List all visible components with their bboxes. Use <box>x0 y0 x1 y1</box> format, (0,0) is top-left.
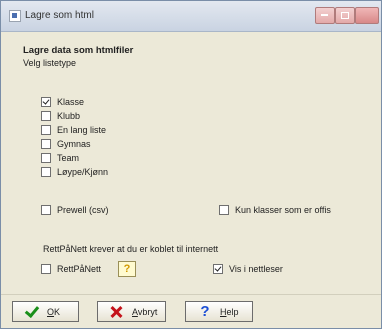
maximize-icon <box>341 12 349 19</box>
label-only-classes: Kun klasser som er offis <box>235 205 331 215</box>
list-type-en-lang-liste[interactable]: En lang liste <box>41 124 106 136</box>
option-only-classes[interactable]: Kun klasser som er offis <box>219 204 331 216</box>
cancel-label-rest: vbryt <box>137 306 158 317</box>
option-rettpanett[interactable]: RettPåNett <box>41 263 101 275</box>
checkbox-gymnas[interactable] <box>41 139 51 149</box>
list-type-team[interactable]: Team <box>41 152 79 164</box>
label-klasse: Klasse <box>57 97 85 107</box>
close-button[interactable] <box>355 7 379 24</box>
label-show-in-browser: Vis i nettleser <box>229 264 283 274</box>
x-icon <box>108 304 126 320</box>
label-team: Team <box>57 153 80 163</box>
minimize-icon <box>321 14 328 16</box>
form-heading: Lagre data som htmlfiler <box>23 45 134 56</box>
checkbox-only-classes[interactable] <box>219 205 229 215</box>
option-show-in-browser[interactable]: Vis i nettleser <box>213 263 283 275</box>
label-loype-kjonn: Løype/Kjønn <box>57 167 109 177</box>
app-icon <box>9 10 21 22</box>
checkbox-team[interactable] <box>41 153 51 163</box>
label-en-lang-liste: En lang liste <box>57 125 107 135</box>
checkbox-show-in-browser[interactable] <box>213 264 223 274</box>
help-label: Help <box>220 307 239 317</box>
ok-label: OK <box>47 307 60 317</box>
label-klubb: Klubb <box>57 111 81 121</box>
ok-mnemonic: O <box>47 306 55 317</box>
list-type-klubb[interactable]: Klubb <box>41 110 80 122</box>
help-label-rest: elp <box>226 306 239 317</box>
ok-label-rest: K <box>54 306 61 317</box>
title-bar[interactable]: Lagre som html <box>1 1 381 32</box>
option-prewell[interactable]: Prewell (csv) <box>41 204 109 216</box>
minimize-button[interactable] <box>315 7 335 24</box>
label-rettpanett: RettPåNett <box>57 264 102 274</box>
checkbox-klubb[interactable] <box>41 111 51 121</box>
checkmark-icon <box>23 304 41 320</box>
help-button[interactable]: ? Help <box>185 301 253 322</box>
list-type-klasse[interactable]: Klasse <box>41 96 84 108</box>
dialog-window: Lagre som html Lagre data som htmlfiler … <box>0 0 382 329</box>
dialog-content: Lagre data som htmlfiler Velg listetype … <box>1 32 381 294</box>
button-bar: OK Avbryt ? Help <box>1 294 381 328</box>
list-type-gymnas[interactable]: Gymnas <box>41 138 91 150</box>
rettpanett-help-button[interactable]: ? <box>118 261 136 277</box>
cancel-button[interactable]: Avbryt <box>97 301 166 322</box>
window-title: Lagre som html <box>25 10 94 21</box>
checkbox-prewell[interactable] <box>41 205 51 215</box>
checkbox-rettpanett[interactable] <box>41 264 51 274</box>
internet-info-text: RettPåNett krever at du er koblet til in… <box>43 244 219 254</box>
cancel-label: Avbryt <box>132 307 157 317</box>
ok-button[interactable]: OK <box>12 301 79 322</box>
label-gymnas: Gymnas <box>57 139 91 149</box>
checkbox-en-lang-liste[interactable] <box>41 125 51 135</box>
list-type-loype-kjonn[interactable]: Løype/Kjønn <box>41 166 108 178</box>
checkbox-loype-kjonn[interactable] <box>41 167 51 177</box>
label-prewell: Prewell (csv) <box>57 205 109 215</box>
question-mark-icon: ? <box>200 302 210 320</box>
maximize-button[interactable] <box>335 7 355 24</box>
checkbox-klasse[interactable] <box>41 97 51 107</box>
form-subheading: Velg listetype <box>23 58 77 68</box>
